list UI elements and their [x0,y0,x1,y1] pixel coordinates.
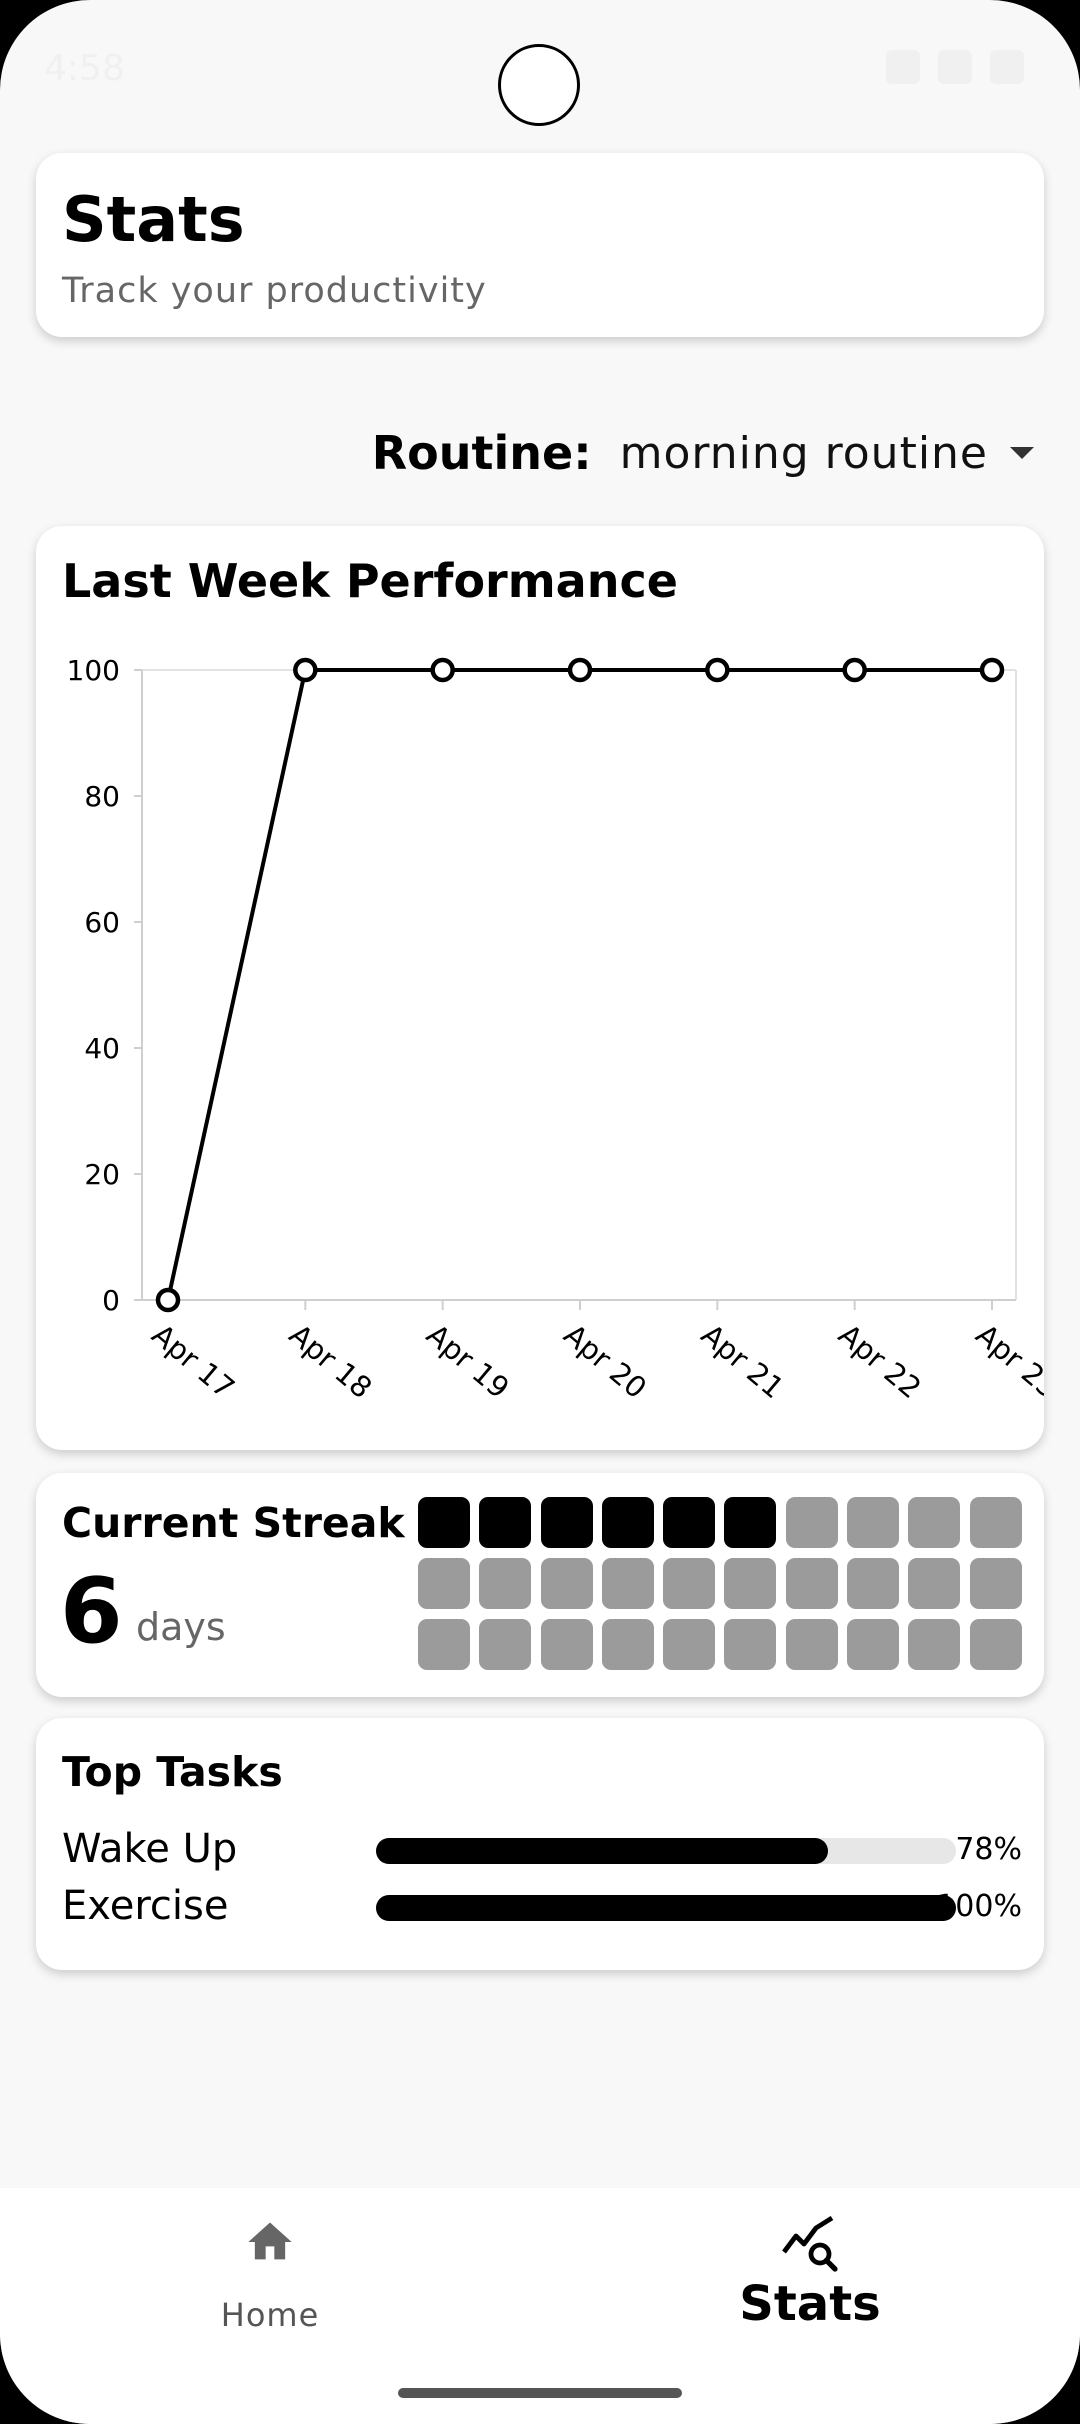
task-progress-track [376,1838,956,1864]
page-title: Stats [62,183,245,256]
streak-cell-inactive [969,1497,1022,1548]
streak-cell-inactive [724,1558,777,1609]
camera-cutout [498,44,580,126]
status-time: 4:58 [44,48,125,89]
page-subtitle: Track your productivity [62,271,487,311]
streak-cell-active [724,1497,777,1548]
wifi-icon [886,50,920,84]
phone-screen: 4:58 Stats Track your productivity Routi… [0,0,1080,2424]
task-name: Exercise [62,1883,229,1929]
streak-cell-inactive [785,1497,838,1548]
signal-icon [938,50,972,84]
stats-chart-search-icon [782,2216,838,2272]
data-point [705,657,730,683]
streak-cell-active [418,1497,470,1548]
chevron-down-icon[interactable] [1010,447,1034,459]
streak-grid [418,1497,1022,1670]
x-tick-label: Apr 18 [283,1317,379,1405]
x-tick-label: Apr 21 [695,1317,791,1405]
y-tick-label: 100 [67,654,120,687]
data-point [430,657,455,683]
series-line [166,668,992,1301]
task-percent: 100% [936,1889,1022,1924]
streak-card: Current Streak 6 days [36,1473,1044,1697]
streak-cell-inactive [601,1619,654,1670]
streak-cell-inactive [908,1558,961,1609]
x-tick-label: Apr 22 [832,1317,928,1405]
streak-count: 6 [60,1559,123,1664]
streak-cell-active [601,1497,654,1548]
streak-cell-inactive [724,1619,777,1670]
y-tick-label: 0 [102,1284,120,1317]
streak-cell-active [540,1497,593,1548]
home-indicator[interactable] [398,2388,682,2398]
streak-cell-inactive [969,1558,1022,1609]
task-name: Wake Up [62,1826,238,1872]
routine-selector[interactable]: Routine: morning routine [372,418,1034,488]
data-point [293,657,318,683]
routine-label: Routine: [371,426,592,480]
streak-cell-inactive [785,1558,838,1609]
task-percent: 78% [955,1832,1022,1867]
data-point [979,657,1005,683]
top-tasks-card: Top Tasks Wake Up 78% Exercise 100% [36,1718,1044,1970]
streak-cell-inactive [969,1619,1022,1670]
streak-cell-inactive [479,1619,532,1670]
task-progress-track [376,1895,956,1921]
streak-cell-inactive [663,1558,716,1609]
header-card: Stats Track your productivity [36,153,1044,337]
nav-stats-label: Stats [739,2276,881,2332]
streak-cell-inactive [847,1497,900,1548]
task-progress-fill [376,1838,829,1864]
task-row: Wake Up 78% [62,1824,1022,1874]
task-row: Exercise 100% [62,1881,1022,1931]
routine-dropdown-value[interactable]: morning routine [620,428,988,479]
x-tick-label: Apr 20 [558,1317,654,1405]
performance-line-chart: 0 20 40 60 80 100 Apr 17 Apr 18 Apr 19 Apr 20 Apr … [67,654,1044,1405]
streak-cell-inactive [601,1558,654,1609]
streak-cell-inactive [908,1497,961,1548]
y-tick-label: 60 [84,906,120,939]
streak-cell-inactive [847,1558,900,1609]
streak-cell-inactive [908,1619,961,1670]
streak-cell-inactive [540,1619,593,1670]
streak-unit: days [136,1605,226,1649]
streak-cell-inactive [479,1558,532,1609]
streak-cell-inactive [540,1558,593,1609]
streak-cell-active [479,1497,532,1548]
performance-chart-card: Last Week Performance 0 20 40 60 80 100 Apr 17… [36,526,1044,1450]
y-tick-label: 80 [84,780,120,813]
streak-cell-inactive [785,1619,838,1670]
home-icon [248,2222,292,2260]
nav-home-label: Home [220,2296,320,2334]
streak-cell-inactive [418,1558,470,1609]
streak-title: Current Streak [62,1499,405,1547]
x-tick-label: Apr 23 [970,1317,1044,1405]
task-progress-fill [376,1895,956,1921]
data-point [155,1287,181,1313]
top-tasks-title: Top Tasks [62,1748,283,1796]
data-point [842,657,867,683]
x-tick-label: Apr 19 [420,1317,516,1405]
streak-cell-inactive [418,1619,470,1670]
y-tick-label: 20 [84,1158,120,1191]
x-tick-label: Apr 17 [146,1317,242,1405]
streak-cell-inactive [847,1619,900,1670]
data-point [567,657,593,683]
battery-icon [990,50,1024,84]
y-tick-label: 40 [84,1032,120,1065]
streak-cell-active [663,1497,716,1548]
status-icons [886,50,1024,84]
streak-cell-inactive [663,1619,716,1670]
